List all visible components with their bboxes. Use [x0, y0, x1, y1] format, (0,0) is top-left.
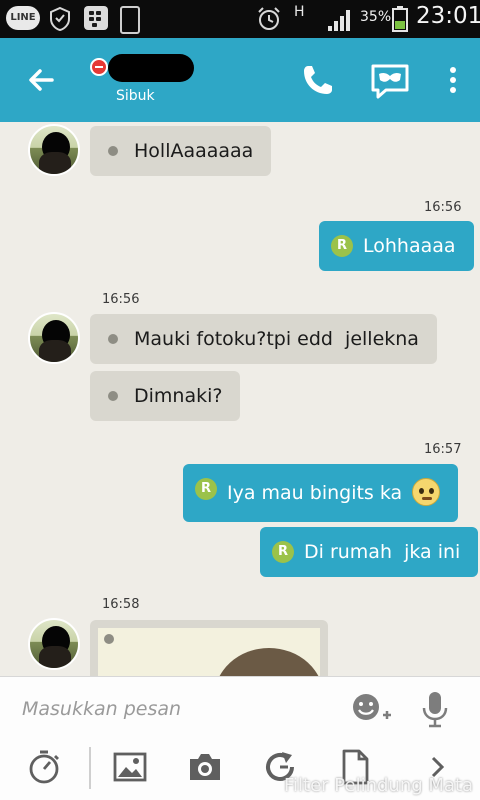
image-icon[interactable]	[112, 749, 148, 785]
message-time: 16:56	[424, 200, 462, 215]
contact-avatar[interactable]	[28, 124, 80, 176]
photo-thumbnail[interactable]	[98, 628, 320, 676]
message-dot-icon	[108, 391, 118, 401]
message-dot-icon	[104, 634, 114, 644]
outgoing-message[interactable]: R Iya mau bingits ka	[183, 464, 459, 522]
emoji-add-icon[interactable]	[350, 691, 392, 727]
message-dot-icon	[108, 146, 118, 156]
incoming-message[interactable]: Mauki fotoku?tpi edd jellekna	[90, 314, 437, 364]
chat-header: Sibuk	[0, 38, 480, 122]
message-input[interactable]	[22, 691, 322, 727]
message-time: 16:58	[102, 597, 140, 612]
phone-call-icon[interactable]	[298, 60, 338, 100]
composer: Filter Pelindung Mata	[0, 676, 480, 800]
message-text: Mauki fotoku?tpi edd jellekna	[134, 328, 419, 350]
shield-icon	[50, 6, 70, 32]
read-marker-icon: R	[331, 235, 353, 257]
pleading-face-icon	[412, 477, 441, 506]
timer-icon[interactable]	[26, 749, 62, 785]
message-text: Lohhaaaa	[363, 235, 456, 257]
message-time: 16:57	[424, 442, 462, 457]
battery-percent: 35%	[360, 9, 392, 25]
microphone-icon[interactable]	[420, 689, 450, 729]
eye-filter-overlay-caption: Filter Pelindung Mata	[284, 775, 474, 796]
incoming-message[interactable]: Dimnaki?	[90, 371, 241, 421]
phone-icon	[120, 6, 140, 34]
message-text: Di rumah jka ini	[304, 541, 461, 563]
camera-icon[interactable]	[186, 749, 224, 785]
toolbar-divider	[89, 747, 91, 789]
back-arrow-icon[interactable]	[22, 62, 62, 98]
alarm-icon	[258, 7, 280, 30]
bbm-icon	[84, 6, 108, 30]
video-mask-icon[interactable]	[368, 60, 412, 100]
message-text: HollAaaaaaa	[134, 140, 254, 162]
contact-avatar[interactable]	[28, 618, 80, 670]
message-dot-icon	[108, 334, 118, 344]
read-marker-icon: R	[195, 478, 217, 500]
message-list[interactable]: HollAaaaaaa 16:56 R Lohhaaaa 16:56 Mauki…	[0, 122, 480, 676]
contact-name-redacted[interactable]	[108, 54, 194, 82]
status-bar: LINE H 35% 23:01	[0, 0, 480, 38]
line-app-icon: LINE	[6, 6, 40, 30]
more-vert-icon[interactable]	[440, 60, 466, 100]
read-marker-icon: R	[272, 541, 294, 563]
signal-icon	[328, 10, 350, 31]
minus-badge-icon	[90, 58, 108, 76]
network-type-label: H	[294, 4, 305, 20]
battery-icon	[392, 6, 408, 32]
outgoing-message[interactable]: R Di rumah jka ini	[260, 527, 479, 577]
incoming-photo-message[interactable]	[90, 620, 328, 676]
contact-status: Sibuk	[116, 88, 155, 104]
outgoing-message[interactable]: R Lohhaaaa	[319, 221, 474, 271]
message-text: Iya mau bingits ka	[227, 482, 403, 504]
clock: 23:01	[416, 3, 480, 29]
incoming-message[interactable]: HollAaaaaaa	[90, 126, 272, 176]
message-time: 16:56	[102, 292, 140, 307]
message-text: Dimnaki?	[134, 385, 223, 407]
contact-avatar[interactable]	[28, 312, 80, 364]
